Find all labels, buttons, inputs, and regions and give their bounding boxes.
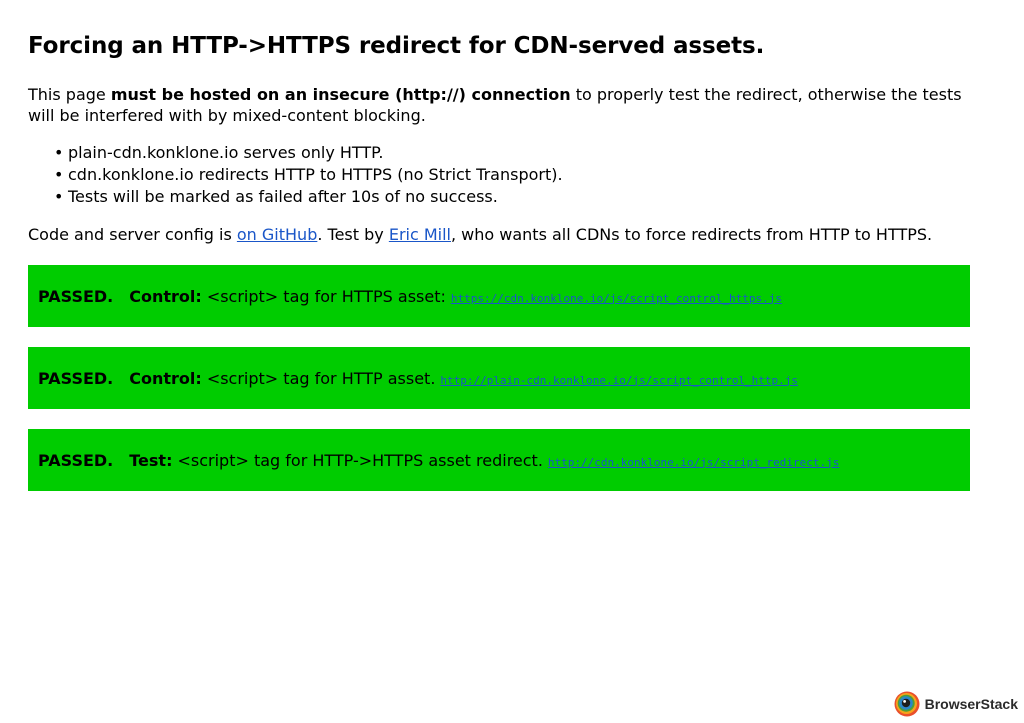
test-result-https-control: PASSED. Control: <script> tag for HTTPS …	[28, 265, 970, 327]
notes-list: • plain-cdn.konklone.io serves only HTTP.…	[28, 142, 970, 208]
list-item-text: Tests will be marked as failed after 10s…	[68, 187, 498, 206]
github-link[interactable]: on GitHub	[237, 225, 317, 244]
list-item-text: plain-cdn.konklone.io serves only HTTP.	[68, 143, 384, 162]
browserstack-logo-icon	[894, 691, 920, 717]
test-result-http-control: PASSED. Control: <script> tag for HTTP a…	[28, 347, 970, 409]
test-description: <script> tag for HTTP asset.	[206, 368, 436, 388]
bullet-icon: •	[54, 165, 64, 184]
browserstack-badge[interactable]: BrowserStack	[894, 691, 1018, 717]
asset-link[interactable]: https://cdn.konklone.io/js/script_contro…	[451, 292, 782, 305]
author-link[interactable]: Eric Mill	[389, 225, 451, 244]
intro-prefix: This page	[28, 85, 111, 104]
credits-text: Code and server config is	[28, 225, 237, 244]
test-kind: Control:	[129, 286, 202, 306]
list-item: • Tests will be marked as failed after 10…	[54, 186, 970, 208]
test-kind: Control:	[129, 368, 202, 388]
bullet-icon: •	[54, 143, 64, 162]
test-description: <script> tag for HTTP->HTTPS asset redir…	[177, 450, 543, 470]
page-title: Forcing an HTTP->HTTPS redirect for CDN-…	[28, 33, 765, 59]
credits-paragraph: Code and server config is on GitHub. Tes…	[28, 224, 970, 246]
badge-label: BrowserStack	[924, 696, 1018, 712]
test-kind: Test:	[129, 450, 173, 470]
credits-text: , who wants all CDNs to force redirects …	[451, 225, 933, 244]
bullet-icon: •	[54, 187, 64, 206]
intro-paragraph: This page must be hosted on an insecure …	[28, 84, 970, 126]
intro-emphasis: must be hosted on an insecure (http://) …	[110, 85, 571, 104]
list-item: • plain-cdn.konklone.io serves only HTTP.	[54, 142, 970, 164]
page-content: Forcing an HTTP->HTTPS redirect for CDN-…	[28, 0, 970, 491]
credits-text: . Test by	[317, 225, 389, 244]
results-list: PASSED. Control: <script> tag for HTTPS …	[28, 265, 970, 491]
status-badge: PASSED.	[38, 368, 114, 388]
asset-link[interactable]: http://cdn.konklone.io/js/script_redirec…	[548, 456, 839, 469]
status-badge: PASSED.	[38, 286, 114, 306]
status-badge: PASSED.	[38, 450, 114, 470]
test-description: <script> tag for HTTPS asset:	[206, 286, 446, 306]
list-item-text: cdn.konklone.io redirects HTTP to HTTPS …	[68, 165, 563, 184]
list-item: • cdn.konklone.io redirects HTTP to HTTPS…	[54, 164, 970, 186]
asset-link[interactable]: http://plain-cdn.konklone.io/js/script_c…	[440, 374, 798, 387]
test-result-redirect: PASSED. Test: <script> tag for HTTP->HTT…	[28, 429, 970, 491]
